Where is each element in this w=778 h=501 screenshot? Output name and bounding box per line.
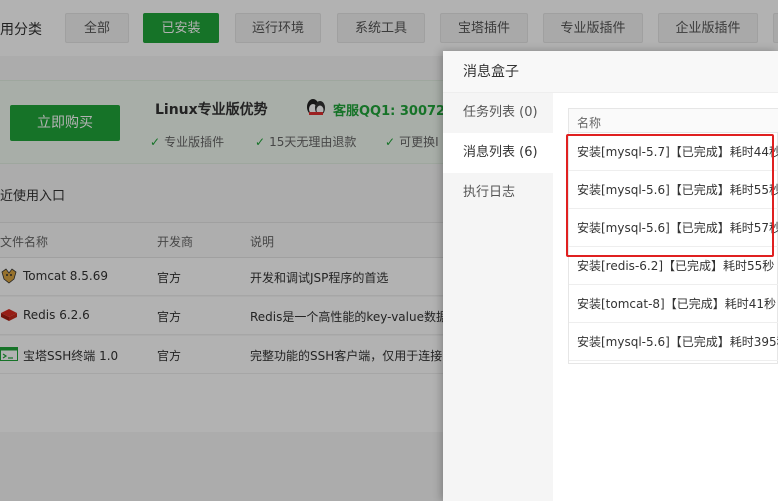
message-row[interactable]: 安装[tomcat-8]【已完成】耗时41秒 (569, 285, 778, 323)
red-highlight-box (566, 134, 774, 257)
message-box-modal: 消息盒子 任务列表 (0) 消息列表 (6) 执行日志 名称 安装[mysql-… (443, 51, 778, 501)
message-row[interactable]: 安装[mysql-5.6]【已完成】耗时395秒 (569, 323, 778, 361)
modal-sidebar: 任务列表 (0) 消息列表 (6) 执行日志 (443, 93, 553, 501)
tab-message-list[interactable]: 消息列表 (6) (443, 133, 553, 173)
column-name-header: 名称 (569, 109, 778, 133)
modal-title: 消息盒子 (443, 51, 778, 93)
tab-task-list[interactable]: 任务列表 (0) (443, 93, 553, 133)
tab-execution-log[interactable]: 执行日志 (443, 173, 553, 213)
